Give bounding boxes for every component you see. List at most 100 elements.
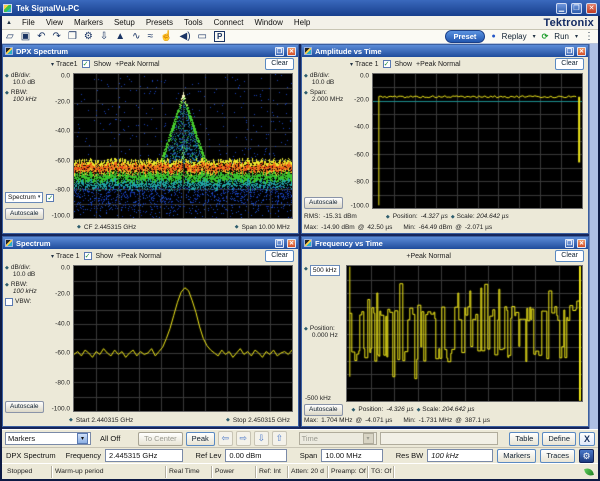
spinner-icon[interactable]: ◆ [304, 89, 308, 103]
minimize-button[interactable]: ▁ [556, 3, 567, 14]
spectrum-plot-canvas[interactable] [74, 266, 292, 411]
span-field[interactable]: 10.00 MHz [321, 449, 383, 462]
touch-icon[interactable]: ☝ [160, 31, 172, 43]
display-icon[interactable]: ▭ [198, 31, 207, 43]
amp-clear-button[interactable]: Clear [555, 58, 584, 70]
res-bw-field[interactable]: 100 kHz [427, 449, 493, 462]
run-caret-icon[interactable]: ▾ [575, 33, 578, 40]
spinner-icon[interactable]: ◆ [5, 89, 9, 103]
freq-close-button[interactable]: ✕ [577, 239, 586, 248]
spinner-icon[interactable]: ◆ [5, 264, 9, 278]
displays-icon[interactable]: ❐ [68, 31, 77, 43]
dpx-plot[interactable] [73, 73, 293, 219]
dpx-show-checkbox[interactable]: ✓ [82, 60, 90, 68]
spinner-icon[interactable]: ◆ [304, 72, 308, 86]
traces-panel-button[interactable]: Traces [540, 449, 575, 463]
dpx-cf-readout[interactable]: CF 2.445315 GHz [84, 224, 136, 231]
freq-scale-input[interactable]: 500 kHz [310, 265, 340, 276]
markers-panel-button[interactable]: Markers [497, 449, 536, 463]
dpx-restore-button[interactable]: ❐ [275, 47, 284, 56]
spectrum-plot[interactable] [73, 265, 293, 412]
menu-view[interactable]: View [45, 18, 64, 27]
menu-file[interactable]: File [21, 18, 36, 27]
freq-plot-canvas[interactable] [347, 266, 582, 401]
spinner-icon[interactable]: ◆ [304, 265, 308, 276]
menu-setup[interactable]: Setup [113, 18, 136, 27]
amp-scale-value[interactable]: 204.642 µs [476, 213, 508, 220]
peak-button[interactable]: Peak [186, 432, 215, 446]
undo-icon[interactable]: ↶ [37, 31, 45, 43]
dpx-span-readout[interactable]: Span 10.00 MHz [242, 224, 290, 231]
dpx-display-selector[interactable]: Spectrum ▾ [5, 192, 43, 203]
dpx-clear-button[interactable]: Clear [265, 58, 294, 70]
marker-down-arrow-button[interactable]: ⇩ [254, 431, 269, 446]
chevron-down-icon[interactable]: ▾ [77, 433, 88, 444]
dpx-rbw-value[interactable]: 100 kHz [11, 96, 37, 103]
dpx-dbdiv-value[interactable]: 10.0 dB [11, 79, 35, 86]
freq-position-value[interactable]: -4.326 µs [386, 406, 413, 413]
spinner-icon[interactable]: ◆ [386, 213, 390, 221]
menu-presets[interactable]: Presets [145, 18, 174, 27]
amp-title-bar[interactable]: Amplitude vs Time ❐ ✕ [302, 45, 588, 57]
freq-title-bar[interactable]: Frequency vs Time ❐ ✕ [302, 237, 588, 249]
amp-span-value[interactable]: 2.000 MHz [310, 96, 343, 103]
spectrum-stop-readout[interactable]: Stop 2.450315 GHz [233, 417, 290, 424]
save-icon[interactable]: ▣ [21, 31, 30, 43]
title-bar[interactable]: Tek SignalVu-PC ▁ ❐ ✕ [0, 0, 600, 16]
spectrum-clear-button[interactable]: Clear [265, 250, 294, 262]
spectrum-close-button[interactable]: ✕ [287, 239, 296, 248]
spectrum-rbw-value[interactable]: 100 kHz [11, 288, 37, 295]
spinner-icon[interactable]: ◆ [304, 325, 308, 333]
spectrum-restore-button[interactable]: ❐ [275, 239, 284, 248]
amplitude-icon[interactable]: ⇩ [100, 31, 108, 43]
spinner-icon[interactable]: ◆ [417, 407, 421, 413]
marker-p-icon[interactable]: P [214, 31, 225, 42]
overflow-menu-icon[interactable]: ⋮ [584, 31, 594, 42]
spectrum-peak-icon[interactable]: ▲ [115, 31, 125, 43]
amp-close-button[interactable]: ✕ [577, 47, 586, 56]
spectrum-dbdiv-value[interactable]: 10.0 dB [11, 271, 35, 278]
amp-plot[interactable] [372, 73, 583, 209]
marker-left-arrow-button[interactable]: ⇦ [218, 431, 233, 446]
dpx-close-button[interactable]: ✕ [287, 47, 296, 56]
spinner-icon[interactable]: ◆ [5, 72, 9, 86]
preset-button[interactable]: Preset [445, 30, 486, 43]
table-button[interactable]: Table [509, 432, 539, 446]
detach-icon[interactable]: ▲ [6, 20, 12, 26]
spinner-icon[interactable]: ◆ [77, 223, 81, 231]
amp-autoscale-button[interactable]: Autoscale [304, 197, 343, 209]
restore-button[interactable]: ❐ [571, 3, 582, 14]
spinner-icon[interactable]: ◆ [226, 416, 230, 424]
freq-clear-button[interactable]: Clear [555, 250, 584, 262]
markers-close-button[interactable]: X [579, 432, 595, 446]
amp-show-checkbox[interactable]: ✓ [383, 60, 391, 68]
open-icon[interactable]: ▱ [6, 31, 14, 43]
spinner-icon[interactable]: ◆ [451, 214, 455, 220]
frequency-field[interactable]: 2.445315 GHz [105, 449, 183, 462]
freq-restore-button[interactable]: ❐ [565, 239, 574, 248]
dpx-autoscale-button[interactable]: Autoscale [5, 208, 44, 220]
spectrum-start-readout[interactable]: Start 2.440315 GHz [76, 417, 133, 424]
menu-help[interactable]: Help [293, 18, 311, 27]
run-button[interactable]: Run [554, 32, 569, 41]
dpx-title-bar[interactable]: DPX Spectrum ❐ ✕ [3, 45, 298, 57]
close-button[interactable]: ✕ [586, 3, 597, 14]
ref-level-field[interactable]: 0.00 dBm [225, 449, 287, 462]
menu-markers[interactable]: Markers [73, 18, 104, 27]
replay-caret-icon[interactable]: ▾ [533, 33, 536, 40]
menu-connect[interactable]: Connect [213, 18, 245, 27]
spinner-icon[interactable]: ◆ [235, 223, 239, 231]
gear-icon[interactable]: ⚙ [579, 449, 594, 463]
menu-window[interactable]: Window [253, 18, 283, 27]
marker-up-arrow-button[interactable]: ⇧ [272, 431, 287, 446]
amp-dbdiv-value[interactable]: 10.0 dB [310, 79, 334, 86]
amp-position-value[interactable]: -4.327 µs [421, 213, 448, 220]
spectrum-vbw-checkbox[interactable]: ✓ [5, 298, 13, 306]
menu-tools[interactable]: Tools [183, 18, 204, 27]
marker-right-arrow-button[interactable]: ⇨ [236, 431, 251, 446]
define-button[interactable]: Define [542, 432, 576, 446]
spectrum-trace-dropdown[interactable]: ▾ Trace 1 [51, 253, 80, 260]
markers-dropdown[interactable]: Markers ▾ [5, 432, 91, 445]
replay-button[interactable]: Replay [502, 32, 527, 41]
freq-position-side-value[interactable]: 0.000 Hz [310, 332, 338, 339]
